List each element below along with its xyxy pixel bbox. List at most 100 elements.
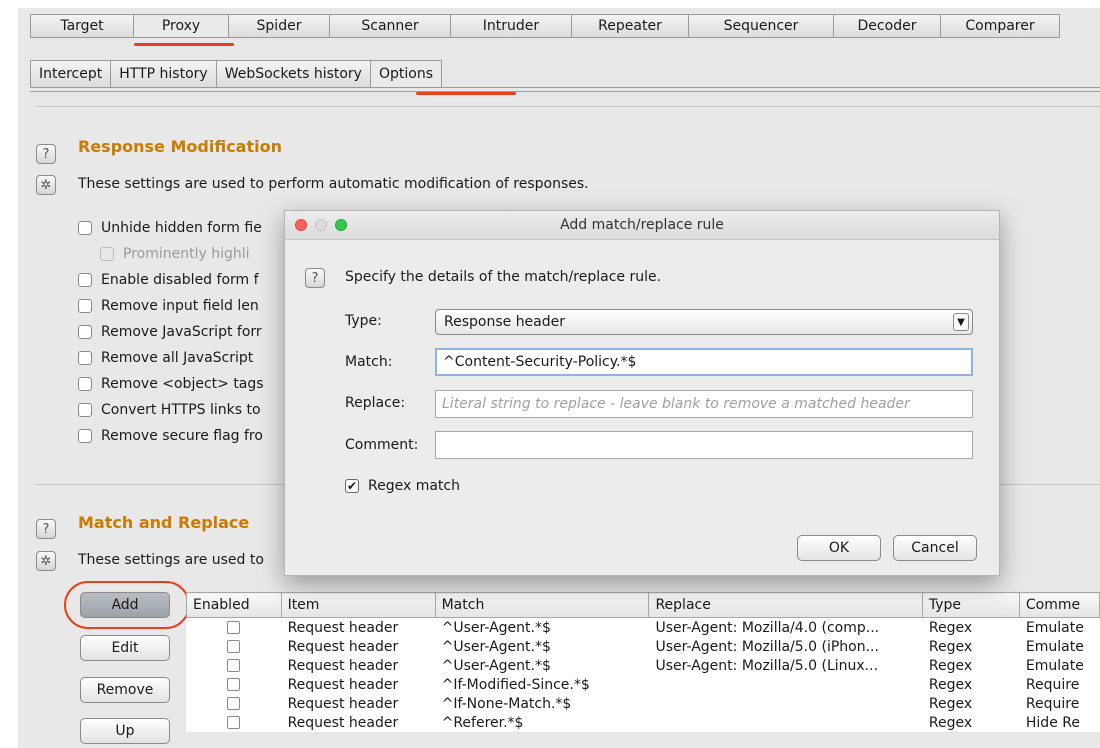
table-row[interactable]: Request header ^Referer.*$ Regex Hide Re (186, 713, 1100, 732)
type-select-value: Response header (444, 314, 566, 330)
cancel-button[interactable]: Cancel (893, 535, 977, 561)
type-cell: Regex (921, 656, 1020, 675)
table-row[interactable]: Request header ^If-Modified-Since.*$ Regex… (186, 675, 1100, 694)
regex-match-option[interactable]: ✔ Regex match (345, 478, 460, 494)
gear-icon[interactable]: ✲ (36, 175, 56, 195)
column-header[interactable]: Type (921, 592, 1020, 618)
comment-label: Comment: (345, 437, 419, 453)
enabled-cell (186, 656, 282, 675)
response-option[interactable]: Remove secure flag fro (78, 428, 263, 444)
table-row[interactable]: Request header ^User-Agent.*$ User-Agent: … (186, 656, 1100, 675)
subtab-options[interactable]: Options (369, 60, 442, 88)
type-cell: Regex (921, 617, 1020, 637)
zoom-window-icon[interactable] (335, 219, 347, 231)
item-cell: Request header (280, 675, 436, 694)
item-cell: Request header (280, 713, 436, 732)
comment-cell: Require (1018, 675, 1100, 694)
enabled-checkbox[interactable] (227, 716, 241, 729)
column-header[interactable]: Comme (1018, 592, 1100, 618)
ok-button[interactable]: OK (797, 535, 881, 561)
match-input[interactable]: ^Content-Security-Policy.*$ (435, 348, 973, 376)
type-cell: Regex (921, 675, 1020, 694)
section-divider-top (36, 106, 1100, 107)
option-checkbox[interactable] (78, 403, 92, 417)
dialog-title: Add match/replace rule (560, 217, 724, 233)
section-description: These settings are used to (78, 552, 264, 568)
tab-sequencer[interactable]: Sequencer (688, 14, 834, 38)
subtab-websockets-history[interactable]: WebSockets history (215, 60, 371, 88)
match-cell: ^User-Agent.*$ (434, 617, 649, 637)
response-option: Prominently highli (100, 246, 250, 262)
table-row[interactable]: Request header ^User-Agent.*$ User-Agent: … (186, 637, 1100, 656)
tab-proxy[interactable]: Proxy (133, 14, 229, 38)
comment-cell: Require (1018, 694, 1100, 713)
option-checkbox[interactable] (78, 377, 92, 391)
column-header[interactable]: Enabled (186, 592, 282, 618)
sub-tab-bar: Intercept HTTP history WebSockets history O… (30, 60, 442, 88)
main-tab-bar: Target Proxy Spider Scanner Intruder Repeater… (30, 14, 1060, 40)
enabled-checkbox[interactable] (227, 678, 241, 691)
match-cell: ^User-Agent.*$ (434, 656, 649, 675)
type-select[interactable]: Response header ▼ (435, 309, 973, 335)
dialog-titlebar: Add match/replace rule (285, 211, 999, 240)
gear-icon[interactable]: ✲ (36, 551, 56, 571)
regex-checkbox[interactable]: ✔ (345, 479, 359, 493)
response-option[interactable]: Remove all JavaScript (78, 350, 253, 366)
type-cell: Regex (921, 713, 1020, 732)
rules-table: Enabled Item Match Replace Type Comme Request… (186, 592, 1100, 732)
column-header[interactable]: Item (280, 592, 436, 618)
response-option[interactable]: Remove input field len (78, 298, 259, 314)
tab-scanner[interactable]: Scanner (329, 14, 451, 38)
tab-repeater[interactable]: Repeater (571, 14, 689, 38)
enabled-checkbox[interactable] (227, 697, 241, 710)
minimize-window-icon[interactable] (315, 219, 327, 231)
replace-cell: User-Agent: Mozilla/4.0 (comp... (648, 617, 923, 637)
help-icon[interactable]: ? (36, 144, 56, 164)
item-cell: Request header (280, 617, 436, 637)
type-cell: Regex (921, 637, 1020, 656)
item-cell: Request header (280, 694, 436, 713)
option-checkbox[interactable] (78, 351, 92, 365)
option-checkbox[interactable] (78, 325, 92, 339)
comment-input[interactable] (435, 431, 973, 459)
column-header[interactable]: Match (434, 592, 650, 618)
match-cell: ^If-Modified-Since.*$ (434, 675, 649, 694)
enabled-checkbox[interactable] (227, 640, 241, 653)
close-window-icon[interactable] (295, 219, 307, 231)
enabled-checkbox[interactable] (227, 621, 241, 634)
option-checkbox[interactable] (78, 299, 92, 313)
tab-decoder[interactable]: Decoder (833, 14, 941, 38)
subtab-http-history[interactable]: HTTP history (110, 60, 217, 88)
tab-target[interactable]: Target (30, 14, 134, 38)
column-header[interactable]: Replace (648, 592, 923, 618)
response-option[interactable]: Unhide hidden form fie (78, 220, 262, 236)
replace-input[interactable]: Literal string to replace - leave blank … (435, 390, 973, 418)
tab-intruder[interactable]: Intruder (450, 14, 572, 38)
remove-button[interactable]: Remove (80, 677, 170, 703)
option-checkbox[interactable] (78, 429, 92, 443)
enabled-cell (186, 713, 282, 732)
table-row[interactable]: Request header ^User-Agent.*$ User-Agent: … (186, 617, 1100, 637)
add-button-annotation (64, 581, 190, 629)
enabled-cell (186, 617, 282, 637)
section-title-response-mod: Response Modification (78, 137, 282, 156)
option-checkbox[interactable] (78, 273, 92, 287)
help-icon[interactable]: ? (36, 519, 56, 539)
type-label: Type: (345, 313, 382, 329)
subtab-intercept[interactable]: Intercept (30, 60, 112, 88)
enabled-cell (186, 675, 282, 694)
up-button[interactable]: Up (80, 718, 170, 744)
table-row[interactable]: Request header ^If-None-Match.*$ Regex Requ… (186, 694, 1100, 713)
edit-button[interactable]: Edit (80, 635, 170, 661)
enabled-checkbox[interactable] (227, 659, 241, 672)
response-option[interactable]: Remove <object> tags (78, 376, 264, 392)
chevron-down-icon: ▼ (953, 313, 969, 331)
response-option[interactable]: Enable disabled form f (78, 272, 259, 288)
tab-spider[interactable]: Spider (228, 14, 330, 38)
option-checkbox[interactable] (78, 221, 92, 235)
option-checkbox (100, 247, 114, 261)
tab-comparer[interactable]: Comparer (940, 14, 1060, 38)
response-option[interactable]: Convert HTTPS links to (78, 402, 261, 418)
response-option[interactable]: Remove JavaScript forr (78, 324, 262, 340)
help-icon[interactable]: ? (305, 268, 325, 288)
